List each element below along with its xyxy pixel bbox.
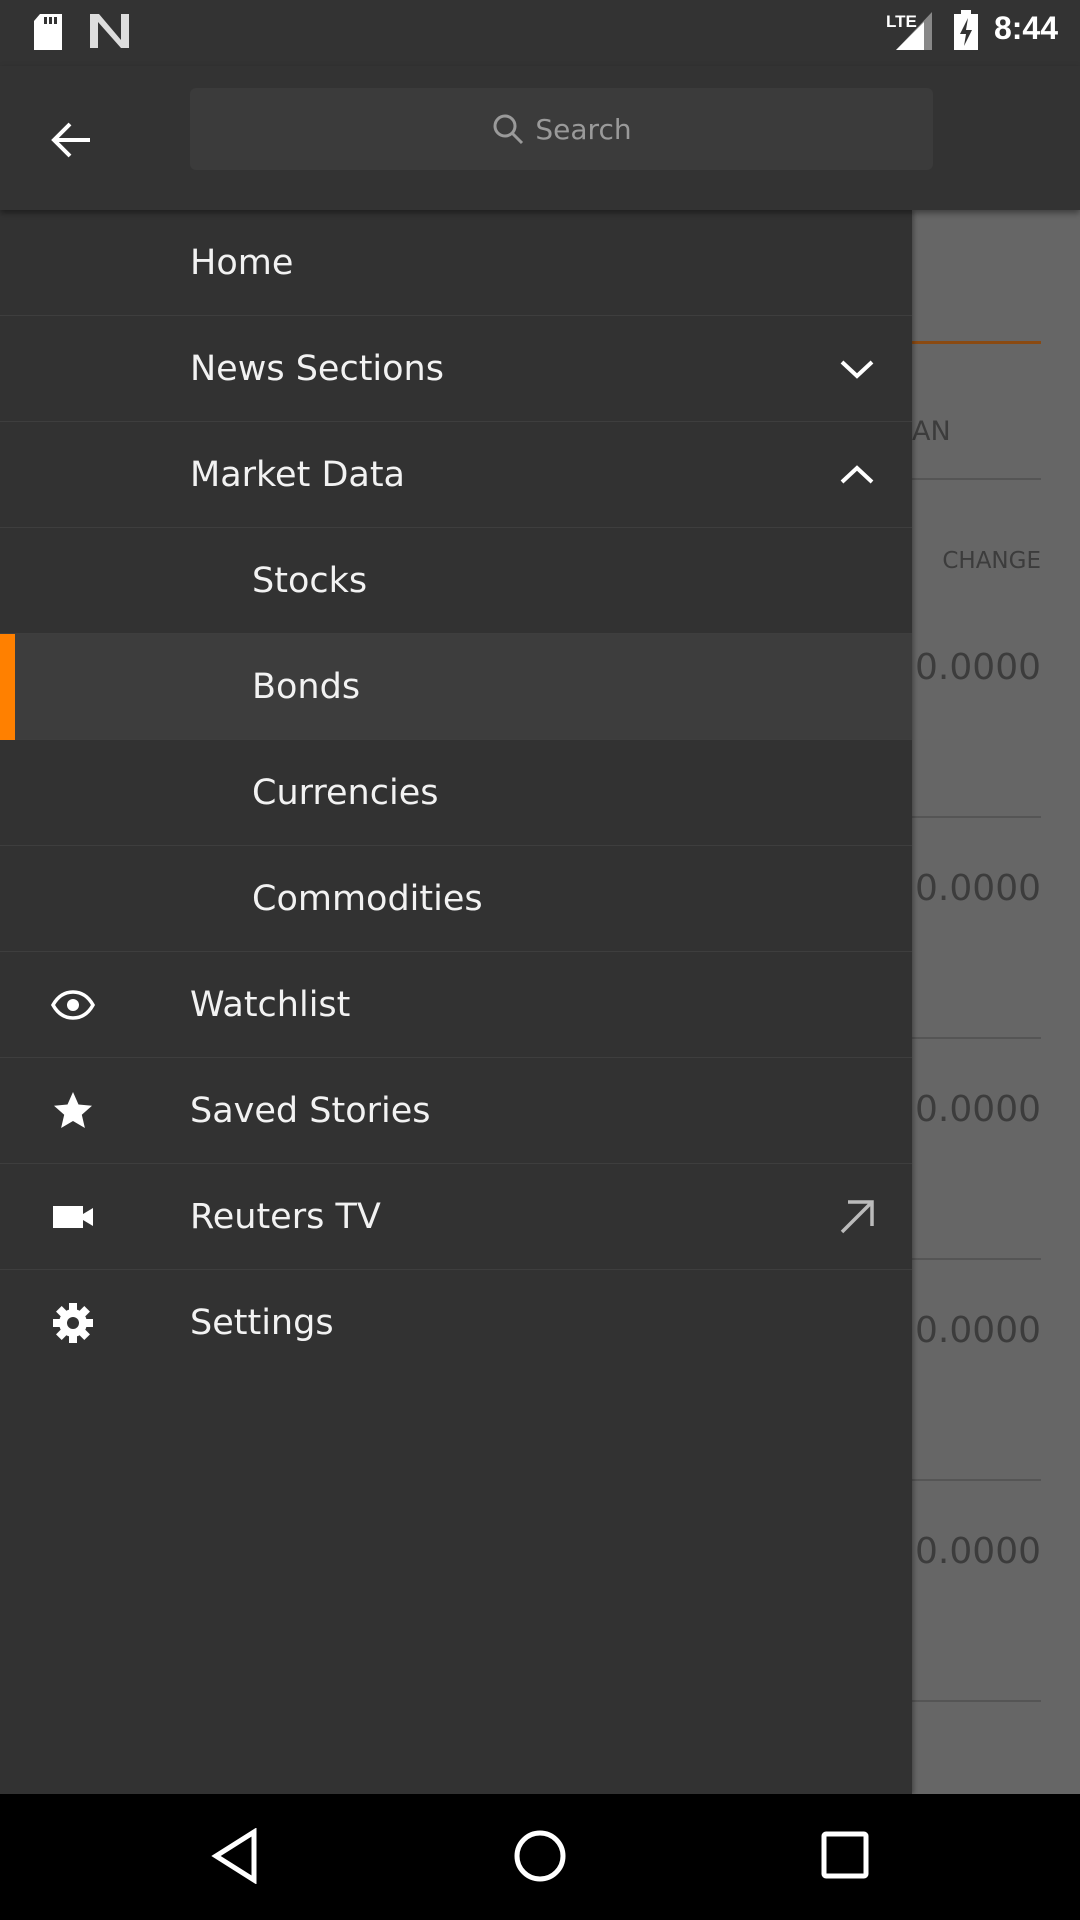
- drawer-item-reuters-tv[interactable]: Reuters TV: [0, 1164, 912, 1270]
- item-label: Commodities: [252, 878, 483, 919]
- value: 0.0000: [915, 1089, 1041, 1130]
- search-input[interactable]: Search: [190, 88, 933, 170]
- search-placeholder: Search: [535, 112, 632, 146]
- drawer-item-market-data[interactable]: Market Data: [0, 422, 912, 528]
- drawer-item-watchlist[interactable]: Watchlist: [0, 952, 912, 1058]
- value: 0.0000: [915, 647, 1041, 688]
- home-nav-icon[interactable]: [512, 1828, 568, 1884]
- divider: [912, 1479, 1041, 1481]
- search-icon: [493, 114, 524, 145]
- back-nav-icon[interactable]: [210, 1828, 260, 1884]
- tab-indicator: [912, 341, 1041, 344]
- eye-icon: [50, 989, 96, 1020]
- drawer-item-currencies[interactable]: Currencies: [0, 740, 912, 846]
- chevron-down-icon[interactable]: [834, 346, 880, 392]
- item-label: Market Data: [190, 454, 406, 495]
- video-camera-icon: [53, 1205, 93, 1228]
- value: 0.0000: [915, 868, 1041, 909]
- divider: [912, 478, 1041, 480]
- sd-card-icon: [34, 14, 62, 50]
- divider: [912, 1258, 1041, 1260]
- value: 0.0000: [915, 1310, 1041, 1351]
- chevron-up-icon[interactable]: [834, 452, 880, 498]
- status-bar: LTE 8:44: [0, 0, 1080, 66]
- item-label: Home: [190, 242, 294, 283]
- item-label: News Sections: [190, 348, 444, 389]
- drawer-item-news-sections[interactable]: News Sections: [0, 316, 912, 422]
- star-icon: [54, 1091, 92, 1128]
- column-header-change: CHANGE: [942, 548, 1041, 574]
- divider: [912, 1700, 1041, 1702]
- system-nav-bar: [0, 1794, 1080, 1920]
- drawer-item-saved-stories[interactable]: Saved Stories: [0, 1058, 912, 1164]
- gear-icon: [53, 1303, 93, 1343]
- item-label: Reuters TV: [190, 1196, 381, 1237]
- item-label: Watchlist: [190, 984, 351, 1025]
- drawer-item-home[interactable]: Home: [0, 210, 912, 316]
- divider: [912, 816, 1041, 818]
- clock: 8:44: [993, 10, 1058, 46]
- item-label: Bonds: [252, 666, 361, 707]
- n-icon: [90, 14, 129, 48]
- battery-charging-icon: [954, 10, 978, 50]
- external-link-icon: [840, 1199, 874, 1233]
- navigation-drawer: Home News Sections Market Data Stocks Bo…: [0, 210, 912, 1794]
- item-label: Stocks: [252, 560, 368, 601]
- drawer-item-commodities[interactable]: Commodities: [0, 846, 912, 952]
- drawer-item-bonds[interactable]: Bonds: [0, 634, 912, 740]
- item-label: Saved Stories: [190, 1090, 431, 1131]
- app-bar: Search: [0, 66, 1080, 210]
- tab-label: AN: [912, 416, 951, 447]
- recents-nav-icon[interactable]: [820, 1830, 870, 1880]
- background-content: AN CHANGE 0.0000 0.0000 0.0000 0.0000 0.…: [912, 210, 1080, 1794]
- value: 0.0000: [915, 1531, 1041, 1572]
- divider: [912, 1037, 1041, 1039]
- signal-icon: [896, 12, 932, 50]
- back-arrow-icon[interactable]: [44, 112, 100, 168]
- item-label: Currencies: [252, 772, 439, 813]
- drawer-item-stocks[interactable]: Stocks: [0, 528, 912, 634]
- item-label: Settings: [190, 1303, 334, 1343]
- drawer-item-settings[interactable]: Settings: [0, 1270, 912, 1376]
